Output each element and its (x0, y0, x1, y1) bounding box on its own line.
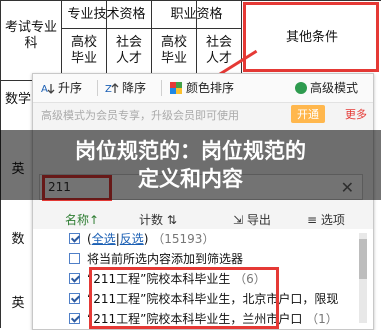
advanced-mode-icon (295, 82, 307, 94)
headline-line1: 岗位规范的：岗位规范的 (75, 139, 306, 163)
side-cell: 英 (11, 296, 25, 311)
checkbox[interactable] (69, 233, 80, 244)
checkbox[interactable] (69, 293, 80, 304)
headline-banner: 岗位规范的：岗位规范的 定义和内容 (0, 130, 381, 200)
subheader-line: 人才 (115, 51, 142, 66)
header-vocational-qualification: 职业资格 (170, 7, 223, 22)
color-sort-button[interactable]: 颜色排序 (169, 80, 234, 96)
side-cell: 数 (11, 232, 25, 247)
grid-line (241, 0, 242, 80)
svg-text:Z: Z (105, 84, 112, 95)
column-count-sort[interactable]: 计数 ⇅ (139, 211, 177, 228)
header-exam-subject: 考试专业 科 (2, 20, 60, 52)
sort-ascending-button[interactable]: A 升序 (41, 80, 82, 96)
filter-popup: A 升序 Z 降序 颜色排序 高级模式 高级模式为会员专享，升级会员即可使用 开… (32, 73, 374, 330)
grid-line (61, 28, 241, 29)
subheader-line: 毕业 (160, 51, 187, 66)
list-scrollbar[interactable] (359, 233, 367, 323)
toolbar-divider (161, 80, 162, 96)
color-sort-label: 颜色排序 (186, 81, 235, 95)
list-item-select-all[interactable]: (全选|反选) （15193） (33, 229, 353, 249)
column-name-sort[interactable]: 名称↑ (65, 211, 99, 228)
sort-ascending-label: 升序 (58, 81, 83, 95)
export-label: 导出 (246, 213, 271, 227)
column-count-label: 计数 (139, 213, 164, 227)
side-cell: 数学 (4, 92, 31, 107)
grid-line (0, 80, 32, 81)
header-professional-qualification: 专业技术资格 (67, 7, 146, 22)
chevron-down-icon: ⇅ (166, 213, 177, 227)
subheader-university-2: 高校 毕业 (152, 35, 196, 67)
subheader-line: 社会 (115, 35, 142, 50)
sort-descending-icon: Z (105, 81, 119, 95)
filter-value-list: (全选|反选) （15193） 将当前所选内容添加到筛选器 “211工程”院校本… (33, 229, 373, 329)
toolbar-divider (97, 80, 98, 96)
member-promo-bar: 高级模式为会员专享，升级会员即可使用 开通 更多 (33, 103, 373, 125)
list-header: 名称↑ 计数 ⇅ ⇲ 导出 ≡ 选项 (33, 208, 373, 228)
subheader-social-1: 社会 人才 (107, 35, 151, 67)
checkbox[interactable] (69, 273, 80, 284)
subheader-line: 高校 (70, 35, 97, 50)
checkbox[interactable] (69, 253, 80, 264)
invert-selection-link[interactable]: 反选 (120, 232, 144, 246)
options-icon: ≡ (307, 213, 318, 227)
subheader-university-1: 高校 毕业 (62, 35, 106, 67)
item-count: （1） (306, 312, 338, 326)
advanced-mode-label: 高级模式 (310, 81, 359, 95)
highlight-other-conditions (243, 2, 379, 72)
sort-descending-label: 降序 (122, 81, 147, 95)
select-all-link[interactable]: 全选 (92, 232, 116, 246)
promo-more-link[interactable]: 更多 (345, 106, 367, 122)
grid-line (0, 0, 381, 1)
scrollbar-thumb[interactable] (359, 239, 367, 279)
open-membership-button[interactable]: 开通 (291, 105, 325, 123)
list-item-add-to-filter[interactable]: 将当前所选内容添加到筛选器 (33, 249, 353, 269)
svg-text:A: A (41, 84, 48, 95)
header-exam-subject-line1: 考试专业 (4, 20, 57, 35)
select-all-text: (全选|反选) （15193） (87, 232, 215, 246)
item-count: （15193） (152, 232, 215, 246)
options-button[interactable]: ≡ 选项 (307, 211, 345, 228)
sort-ascending-icon: A (41, 81, 55, 95)
export-icon: ⇲ (233, 213, 244, 227)
list-item-label: 将当前所选内容添加到筛选器 (87, 252, 244, 266)
subheader-line: 社会 (205, 35, 232, 50)
member-promo-text: 高级模式为会员专享，升级会员即可使用 (41, 109, 239, 122)
header-exam-subject-line2: 科 (24, 36, 38, 51)
subheader-line: 毕业 (70, 51, 97, 66)
color-palette-icon (169, 81, 183, 95)
filter-toolbar: A 升序 Z 降序 颜色排序 高级模式 (33, 74, 373, 103)
checkbox[interactable] (69, 313, 80, 324)
headline-line2: 定义和内容 (138, 167, 243, 191)
advanced-mode-toggle[interactable]: 高级模式 (295, 80, 358, 96)
options-label: 选项 (320, 213, 345, 227)
sort-descending-button[interactable]: Z 降序 (105, 80, 146, 96)
highlight-211-items (89, 267, 279, 329)
subheader-line: 高校 (160, 35, 187, 50)
export-button[interactable]: ⇲ 导出 (233, 211, 271, 228)
